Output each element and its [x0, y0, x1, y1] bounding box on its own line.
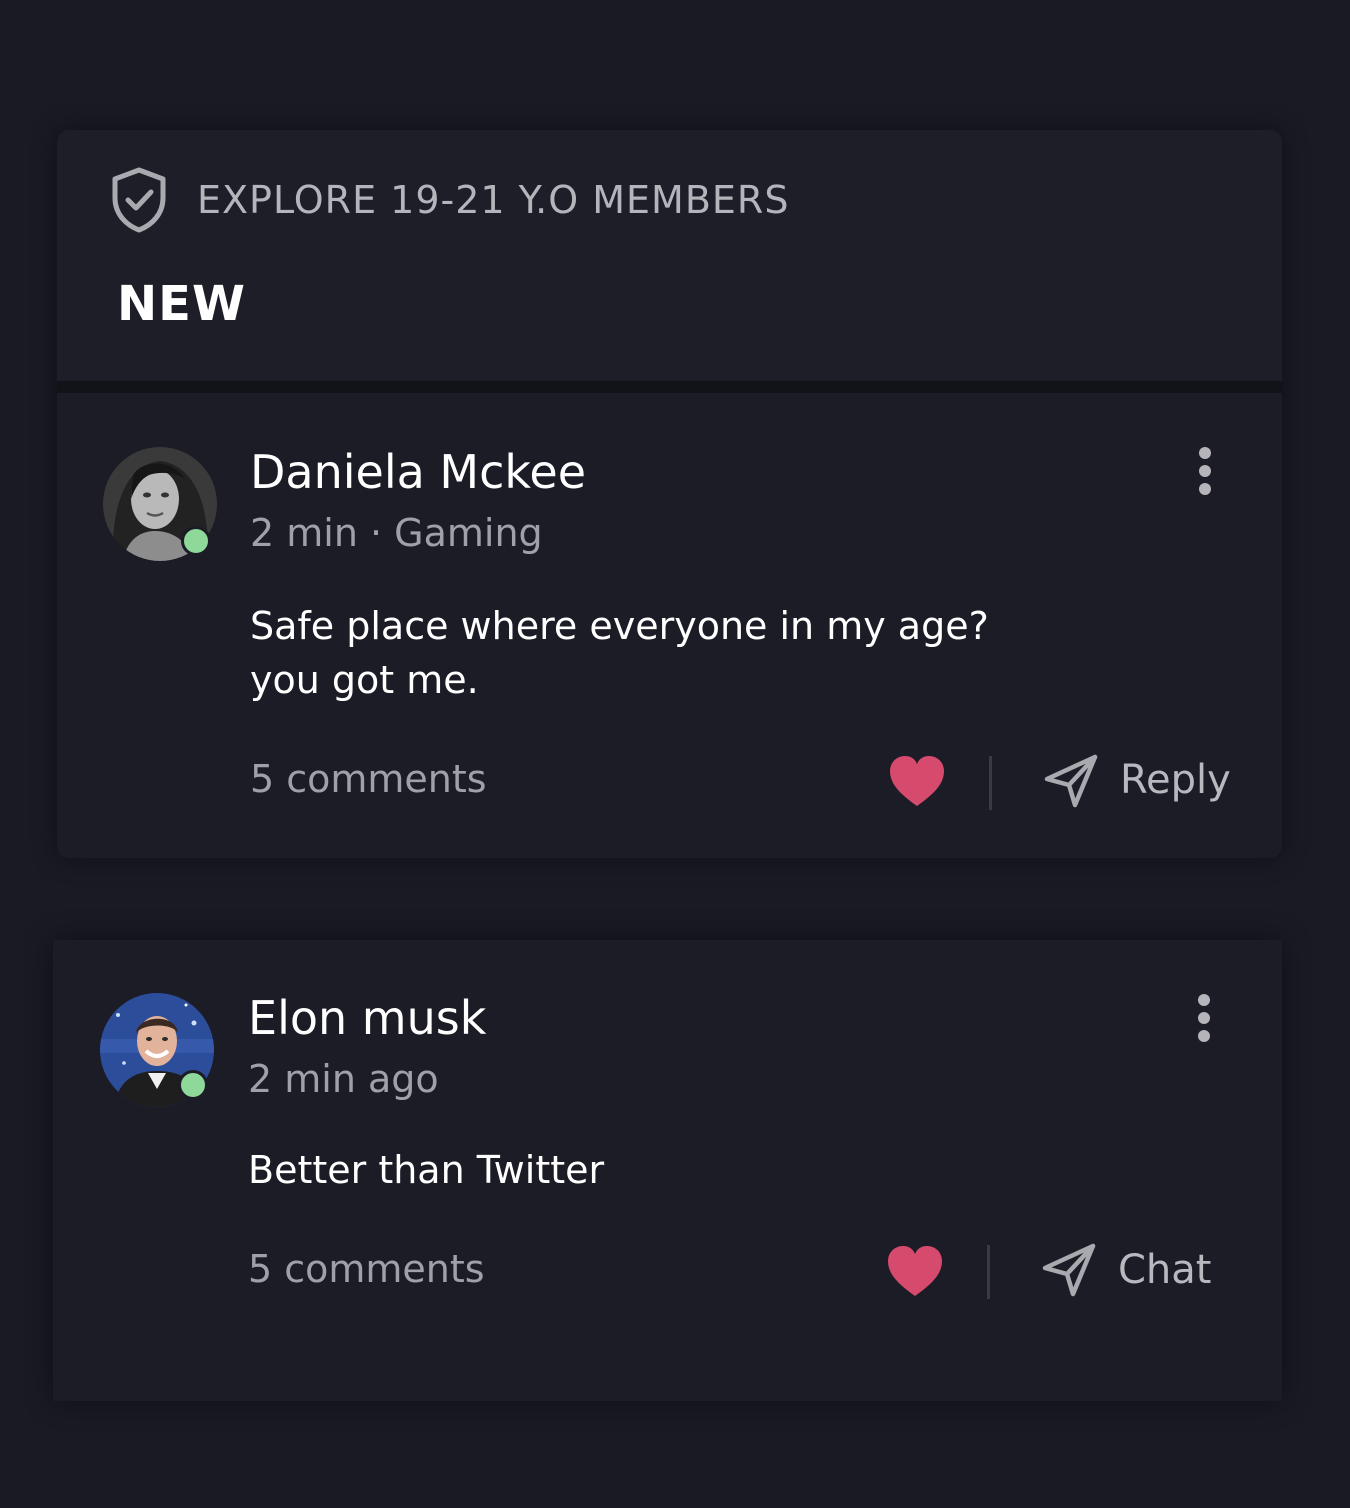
kebab-dot — [1198, 994, 1210, 1006]
feed-header: EXPLORE 19-21 Y.O MEMBERS NEW — [57, 130, 1282, 381]
kebab-dot — [1199, 447, 1211, 459]
send-icon[interactable] — [1043, 753, 1099, 809]
online-status-dot — [181, 526, 211, 556]
more-options-button[interactable] — [1194, 994, 1214, 1054]
action-divider — [987, 1245, 990, 1299]
kebab-dot — [1199, 483, 1211, 495]
post-card: Elon musk 2 min ago Better than Twitter … — [53, 940, 1282, 1401]
kebab-dot — [1198, 1030, 1210, 1042]
more-options-button[interactable] — [1195, 447, 1215, 507]
post-card: Daniela Mckee 2 min · Gaming Safe place … — [57, 393, 1282, 858]
post-body-line-1: Better than Twitter — [248, 1148, 605, 1192]
post-meta: 2 min ago — [248, 1057, 439, 1101]
reply-button[interactable]: Reply — [1120, 757, 1231, 803]
post-body-line-1: Safe place where everyone in my age? — [250, 604, 989, 648]
header-divider — [57, 381, 1282, 393]
author-name[interactable]: Elon musk — [248, 991, 486, 1045]
author-name[interactable]: Daniela Mckee — [250, 445, 586, 499]
feed-card: EXPLORE 19-21 Y.O MEMBERS NEW Daniela Mc… — [57, 130, 1282, 858]
shield-check-icon — [112, 167, 166, 233]
kebab-dot — [1199, 465, 1211, 477]
new-label: NEW — [117, 276, 246, 332]
comments-count-link[interactable]: 5 comments — [248, 1247, 485, 1291]
section-title: EXPLORE 19-21 Y.O MEMBERS — [197, 178, 790, 222]
chat-button[interactable]: Chat — [1118, 1247, 1211, 1293]
screen: { "section": { "title": "EXPLORE 19-21 Y… — [0, 0, 1350, 1508]
action-divider — [989, 756, 992, 810]
post-meta: 2 min · Gaming — [250, 511, 543, 555]
comments-count-link[interactable]: 5 comments — [250, 757, 487, 801]
send-icon[interactable] — [1041, 1242, 1097, 1298]
post-body-line-2: you got me. — [250, 658, 479, 702]
kebab-dot — [1198, 1012, 1210, 1024]
heart-icon[interactable] — [888, 754, 946, 808]
online-status-dot — [178, 1070, 208, 1100]
heart-icon[interactable] — [886, 1244, 944, 1298]
